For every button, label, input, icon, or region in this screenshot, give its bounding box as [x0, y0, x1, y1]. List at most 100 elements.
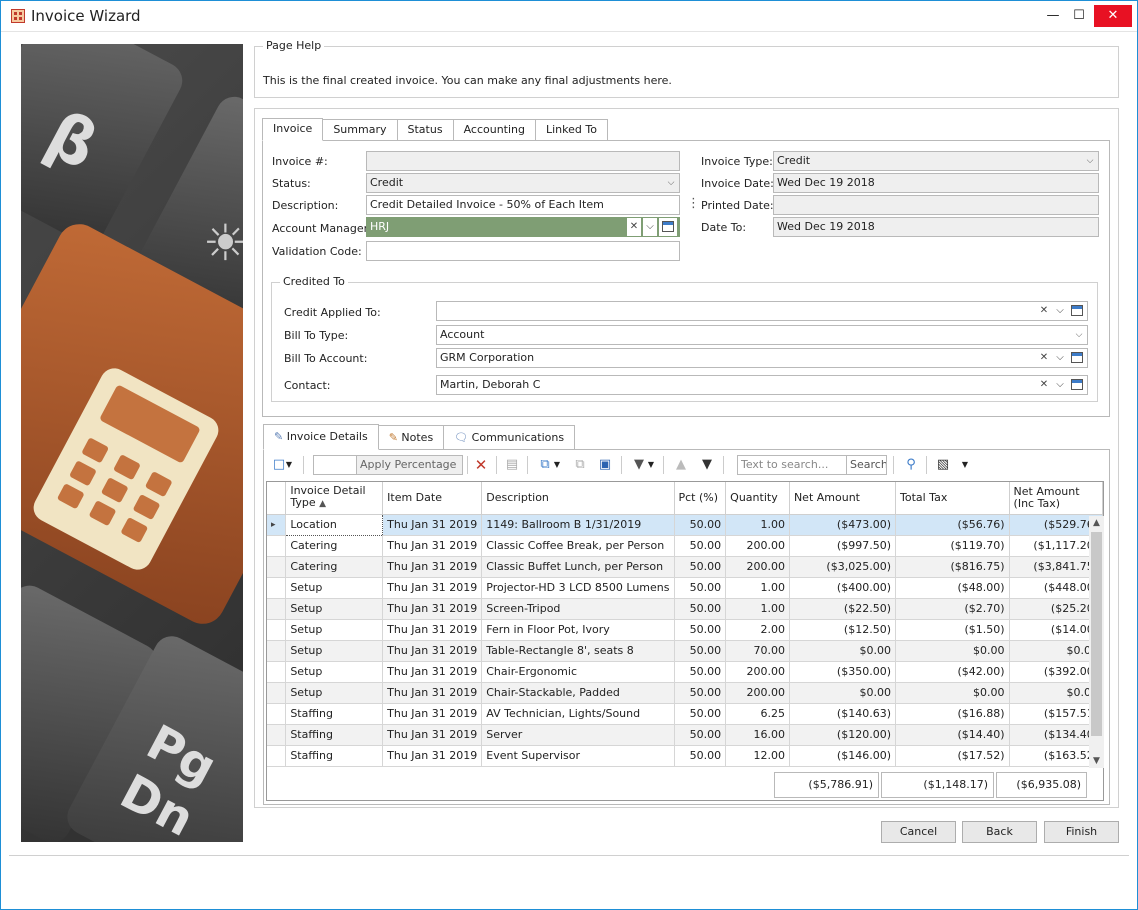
- table-row[interactable]: Staffing Thu Jan 31 2019 Event Supervisor 5…: [267, 745, 1104, 767]
- cell-pct[interactable]: 50.00: [674, 661, 727, 683]
- cell-total-tax[interactable]: ($16.88): [895, 703, 1010, 725]
- cell-net-amount[interactable]: ($120.00): [789, 724, 897, 746]
- cell-description[interactable]: Table-Rectangle 8', seats 8: [481, 640, 675, 662]
- cell-total-tax[interactable]: ($816.75): [895, 556, 1010, 578]
- tab-invoice[interactable]: Invoice: [262, 118, 324, 141]
- cell-total-tax[interactable]: $0.00: [895, 682, 1010, 704]
- row-pointer-icon[interactable]: ▸: [267, 514, 287, 536]
- cell-pct[interactable]: 50.00: [674, 598, 727, 620]
- cell-quantity[interactable]: 12.00: [725, 745, 790, 767]
- cell-net-amount[interactable]: ($146.00): [789, 745, 897, 767]
- cell-quantity[interactable]: 70.00: [725, 640, 790, 662]
- cell-pct[interactable]: 50.00: [674, 724, 727, 746]
- row-indicator[interactable]: [267, 661, 287, 683]
- table-row[interactable]: Setup Thu Jan 31 2019 Fern in Floor Pot, I…: [267, 619, 1104, 641]
- cell-description[interactable]: 1149: Ballroom B 1/31/2019: [481, 514, 675, 536]
- cell-pct[interactable]: 50.00: [674, 535, 727, 557]
- column-header-net-inc-tax[interactable]: Net Amount (Inc Tax): [1009, 482, 1104, 515]
- cell-type[interactable]: Setup: [285, 661, 384, 683]
- delete-icon[interactable]: ✕: [473, 457, 489, 473]
- export-icon[interactable]: ⧉: [572, 457, 588, 473]
- bill-to-type-select[interactable]: Account ⌵: [436, 325, 1088, 345]
- cell-type[interactable]: Setup: [285, 598, 384, 620]
- row-indicator[interactable]: [267, 724, 287, 746]
- cell-description[interactable]: Event Supervisor: [481, 745, 675, 767]
- grid-vertical-scrollbar[interactable]: ▲ ▼: [1089, 516, 1104, 768]
- cell-total-tax[interactable]: ($119.70): [895, 535, 1010, 557]
- cell-net-amount[interactable]: ($12.50): [789, 619, 897, 641]
- cell-net-amount[interactable]: ($473.00): [789, 514, 897, 536]
- column-header-type[interactable]: Invoice Detail Type ▲: [285, 482, 384, 515]
- find-icon[interactable]: ⚲: [903, 457, 919, 473]
- cell-pct[interactable]: 50.00: [674, 619, 727, 641]
- cell-total-tax[interactable]: ($1.50): [895, 619, 1010, 641]
- cell-total-tax[interactable]: ($14.40): [895, 724, 1010, 746]
- cell-type[interactable]: Catering: [285, 535, 384, 557]
- cell-type[interactable]: Staffing: [285, 724, 384, 746]
- chevron-down-icon[interactable]: ⌵: [1071, 326, 1087, 344]
- account-manager-field[interactable]: HRJ ✕ ⌵: [366, 217, 680, 237]
- column-header-item-date[interactable]: Item Date: [382, 482, 483, 515]
- cell-description[interactable]: Server: [481, 724, 675, 746]
- cell-net-amount[interactable]: ($22.50): [789, 598, 897, 620]
- cell-net-amount[interactable]: ($400.00): [789, 577, 897, 599]
- row-indicator[interactable]: [267, 535, 287, 557]
- scrollbar-thumb[interactable]: [1091, 532, 1102, 736]
- table-row[interactable]: Setup Thu Jan 31 2019 Chair-Stackable, Pad…: [267, 682, 1104, 704]
- credit-applied-to-field[interactable]: ✕ ⌵: [436, 301, 1088, 321]
- chevron-down-icon[interactable]: ▼: [285, 457, 293, 473]
- splitter-dots-icon[interactable]: ⋮: [687, 197, 700, 210]
- cell-quantity[interactable]: 1.00: [725, 514, 790, 536]
- cell-quantity[interactable]: 200.00: [725, 556, 790, 578]
- cell-net-amount[interactable]: ($140.63): [789, 703, 897, 725]
- chevron-down-icon[interactable]: ⌵: [1053, 349, 1067, 367]
- cell-net-amount[interactable]: ($3,025.00): [789, 556, 897, 578]
- cell-item-date[interactable]: Thu Jan 31 2019: [382, 745, 483, 767]
- cell-description[interactable]: AV Technician, Lights/Sound: [481, 703, 675, 725]
- move-up-icon[interactable]: ▲: [673, 457, 689, 473]
- cell-description[interactable]: Classic Coffee Break, per Person: [481, 535, 675, 557]
- chevron-down-icon[interactable]: ⌵: [1053, 302, 1067, 320]
- table-row[interactable]: ▸ Location Thu Jan 31 2019 1149: Ballroom B…: [267, 513, 1104, 536]
- clear-icon[interactable]: ✕: [1037, 376, 1051, 394]
- tab-notes[interactable]: ✎ Notes: [377, 425, 445, 450]
- cell-type[interactable]: Catering: [285, 556, 384, 578]
- cell-description[interactable]: Classic Buffet Lunch, per Person: [481, 556, 675, 578]
- cell-item-date[interactable]: Thu Jan 31 2019: [382, 598, 483, 620]
- filter-icon[interactable]: ▼: [631, 457, 647, 473]
- table-row[interactable]: Staffing Thu Jan 31 2019 Server 50.00 16.00(…: [267, 724, 1104, 746]
- contact-field[interactable]: Martin, Deborah C ✕ ⌵: [436, 375, 1088, 395]
- move-down-icon[interactable]: ▼: [699, 457, 715, 473]
- cell-total-tax[interactable]: ($2.70): [895, 598, 1010, 620]
- cell-description[interactable]: Fern in Floor Pot, Ivory: [481, 619, 675, 641]
- cell-item-date[interactable]: Thu Jan 31 2019: [382, 577, 483, 599]
- table-row[interactable]: Catering Thu Jan 31 2019 Classic Coffee Br…: [267, 535, 1104, 557]
- cell-quantity[interactable]: 200.00: [725, 661, 790, 683]
- cell-description[interactable]: Screen-Tripod: [481, 598, 675, 620]
- lookup-icon[interactable]: [1068, 349, 1086, 367]
- copy-icon[interactable]: ⧉: [537, 457, 553, 473]
- cell-type[interactable]: Staffing: [285, 745, 384, 767]
- cell-type[interactable]: Setup: [285, 577, 384, 599]
- cell-description[interactable]: Chair-Stackable, Padded: [481, 682, 675, 704]
- cell-quantity[interactable]: 6.25: [725, 703, 790, 725]
- row-indicator[interactable]: [267, 619, 287, 641]
- cell-item-date[interactable]: Thu Jan 31 2019: [382, 703, 483, 725]
- chevron-down-icon[interactable]: ⌵: [1082, 152, 1098, 170]
- finish-button[interactable]: Finish: [1044, 821, 1119, 843]
- status-select[interactable]: Credit ⌵: [366, 173, 680, 193]
- cell-item-date[interactable]: Thu Jan 31 2019: [382, 535, 483, 557]
- cell-total-tax[interactable]: ($56.76): [895, 514, 1010, 536]
- cell-quantity[interactable]: 16.00: [725, 724, 790, 746]
- column-header-description[interactable]: Description: [481, 482, 675, 515]
- cell-quantity[interactable]: 2.00: [725, 619, 790, 641]
- clear-icon[interactable]: ✕: [1037, 302, 1051, 320]
- row-indicator[interactable]: [267, 745, 287, 767]
- cell-pct[interactable]: 50.00: [674, 640, 727, 662]
- tab-communications[interactable]: 🗨 Communications: [443, 425, 576, 450]
- lookup-icon[interactable]: [1068, 302, 1086, 320]
- cell-pct[interactable]: 50.00: [674, 556, 727, 578]
- table-row[interactable]: Setup Thu Jan 31 2019 Projector-HD 3 LCD 8…: [267, 577, 1104, 599]
- column-header-quantity[interactable]: Quantity: [725, 482, 790, 515]
- row-indicator[interactable]: [267, 556, 287, 578]
